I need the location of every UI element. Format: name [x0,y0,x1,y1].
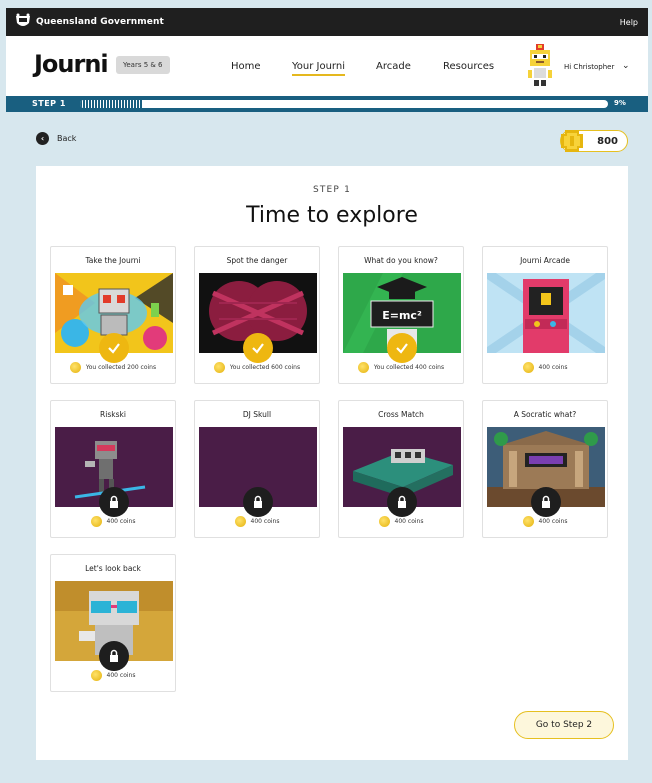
activity-card-a-socratic-what[interactable]: A Socratic what? 400 coins [482,400,608,538]
card-coins-text: 400 coins [538,364,568,371]
go-to-step-2-button[interactable]: Go to Step 2 [514,711,614,739]
card-coins-text: You collected 600 coins [229,364,301,371]
progress-percent: 9% [614,99,626,107]
card-coins-text: 400 coins [394,518,424,525]
coin-icon [213,362,225,373]
activity-card-what-do-you-know[interactable]: What do you know? E=mc² You collected 40… [338,246,464,384]
card-coins: 400 coins [483,362,607,373]
user-avatar[interactable] [524,44,556,86]
progress-track [80,100,608,108]
card-coins-text: 400 coins [106,672,136,679]
coin-balance-amount: 800 [597,136,618,147]
activity-card-cross-match[interactable]: Cross Match 400 coins [338,400,464,538]
card-coins: 400 coins [195,516,319,527]
arcade-machine-image [487,273,605,353]
progress-step-label: STEP 1 [32,99,66,108]
activity-card-journi-arcade[interactable]: Journi Arcade 400 coins [482,246,608,384]
coin-icon [69,362,81,373]
card-title: Journi Arcade [520,256,570,265]
card-title: DJ Skull [242,410,272,419]
nav-home[interactable]: Home [231,61,261,72]
lock-icon [531,487,561,517]
activity-card-dj-skull[interactable]: DJ Skull 400 coins [194,400,320,538]
completed-check-icon [99,333,129,363]
card-title: A Socratic what? [513,410,577,419]
qld-crest-icon [16,13,30,26]
coin-icon [357,362,369,373]
card-coins-text: 400 coins [106,518,136,525]
formula-text: E=mc² [382,309,422,322]
site-header: Journi Years 5 & 6 Home Your Journi Arca… [6,36,648,96]
journi-logo[interactable]: Journi [34,50,109,78]
coin-icon [234,516,246,527]
nav-resources[interactable]: Resources [443,61,494,72]
card-coins-text: You collected 200 coins [85,364,157,371]
nav-your-journi[interactable]: Your Journi [292,61,345,76]
coin-icon [90,516,102,527]
completed-check-icon [387,333,417,363]
lock-icon [99,641,129,671]
nav-arcade[interactable]: Arcade [376,61,411,72]
card-title: Take the Journi [85,256,141,265]
card-coins: You collected 200 coins [51,362,175,373]
lock-icon [387,487,417,517]
activity-card-lets-look-back[interactable]: Let's look back 400 coins [50,554,176,692]
coin-icon [90,670,102,681]
card-title: Spot the danger [226,256,288,265]
help-link[interactable]: Help [620,18,638,27]
card-coins-text: 400 coins [538,518,568,525]
card-title: What do you know? [364,256,438,265]
step-label: STEP 1 [312,185,352,195]
years-badge: Years 5 & 6 [116,56,170,74]
coin-icon [522,516,534,527]
card-coins: You collected 400 coins [339,362,463,373]
step-panel: STEP 1 Time to explore Take the Journi Y… [36,166,628,760]
activity-card-take-the-journi[interactable]: Take the Journi You collected 200 coins [50,246,176,384]
card-coins: You collected 600 coins [195,362,319,373]
government-name: Queensland Government [36,17,164,27]
completed-check-icon [243,333,273,363]
back-button[interactable]: ‹ Back [36,132,76,145]
coin-icon [378,516,390,527]
activity-card-spot-the-danger[interactable]: Spot the danger You collected 600 coins [194,246,320,384]
page-title: Time to explore [246,203,418,228]
lock-icon [99,487,129,517]
progress-fill [80,100,144,108]
coin-icon [522,362,534,373]
card-coins: 400 coins [339,516,463,527]
card-coins: 400 coins [51,670,175,681]
activity-card-riskski[interactable]: Riskski 400 coins [50,400,176,538]
card-title: Riskski [100,410,126,419]
card-coins: 400 coins [483,516,607,527]
card-title: Let's look back [85,564,141,573]
coin-balance: 800 [560,130,628,152]
step-progress-bar: STEP 1 9% [6,96,648,112]
government-bar: Queensland Government Help [6,8,648,36]
chevron-down-icon[interactable]: ⌄ [622,61,630,71]
lock-icon [243,487,273,517]
card-coins: 400 coins [51,516,175,527]
back-label: Back [57,134,77,143]
user-greeting[interactable]: Hi Christopher [564,63,614,71]
card-title: Cross Match [378,410,424,419]
back-arrow-icon: ‹ [36,132,49,145]
card-coins-text: 400 coins [250,518,280,525]
coin-icon [561,130,583,152]
card-coins-text: You collected 400 coins [373,364,445,371]
